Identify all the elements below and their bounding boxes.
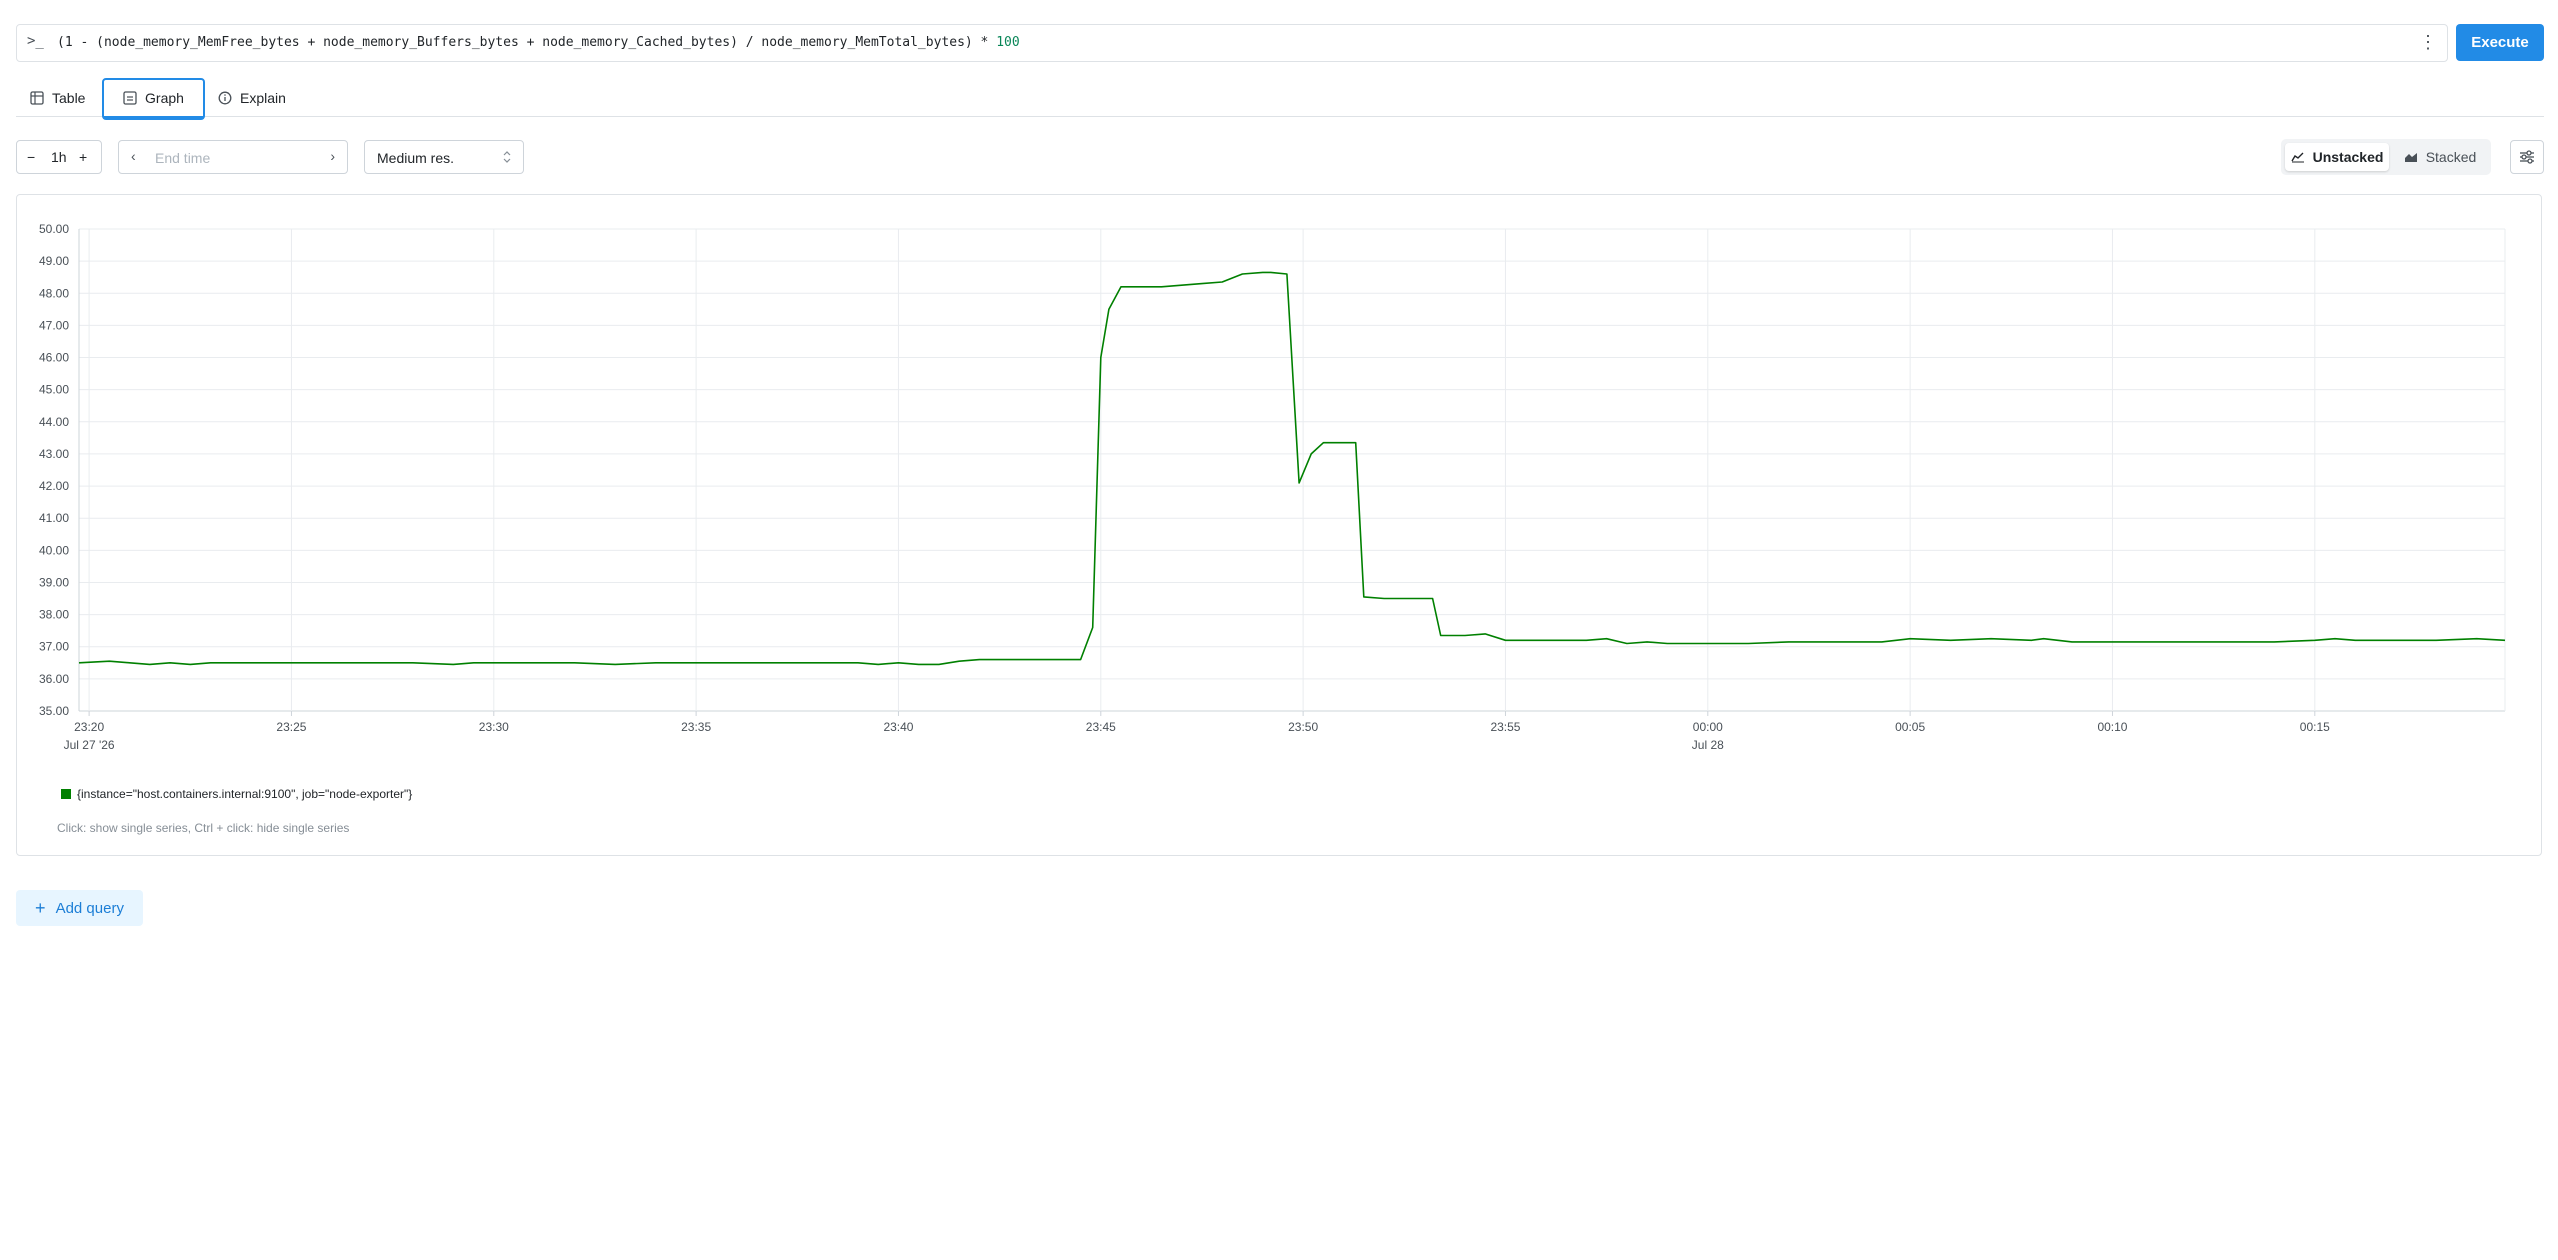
range-value[interactable]: 1h — [51, 149, 67, 165]
tab-table-label: Table — [52, 90, 86, 106]
chevron-right-icon[interactable]: › — [330, 148, 335, 164]
y-gridlines — [78, 228, 2505, 712]
unstacked-button[interactable]: Unstacked — [2285, 143, 2389, 171]
x-tick-label: 23:35 — [681, 720, 711, 734]
x-tick-label: 23:40 — [883, 720, 913, 734]
legend-item[interactable]: {instance="host.containers.internal:9100… — [61, 787, 412, 801]
legend-swatch — [61, 789, 71, 799]
y-tick-label: 41.00 — [39, 511, 69, 525]
resolution-select[interactable]: Medium res. — [364, 140, 524, 174]
y-axis-labels: 35.00 36.00 37.00 38.00 39.00 40.00 41.00 42.00… — [39, 222, 69, 718]
tab-graph-label: Graph — [145, 90, 184, 106]
graph-settings-button[interactable] — [2510, 140, 2544, 174]
y-tick-label: 39.00 — [39, 575, 69, 589]
end-time-picker[interactable]: ‹ End time › — [118, 140, 348, 174]
decrease-range-button[interactable]: − — [27, 149, 35, 165]
y-tick-label: 46.00 — [39, 351, 69, 365]
y-tick-label: 44.00 — [39, 415, 69, 429]
y-tick-label: 42.00 — [39, 479, 69, 493]
stacked-label: Stacked — [2425, 149, 2477, 165]
resolution-value: Medium res. — [377, 150, 455, 166]
y-tick-label: 48.00 — [39, 286, 69, 300]
table-icon — [30, 91, 44, 105]
terminal-prompt-icon: >_ — [27, 33, 44, 49]
line-chart-icon — [2290, 152, 2304, 163]
plus-icon: + — [35, 898, 46, 918]
info-icon — [218, 91, 232, 105]
legend-series-label: {instance="host.containers.internal:9100… — [77, 787, 413, 801]
result-tabs: Table Graph Explain — [16, 78, 2544, 120]
x-tick-label: 00:05 — [1895, 720, 1925, 734]
y-tick-label: 45.00 — [39, 383, 69, 397]
x-tick-sublabel: Jul 28 — [1692, 738, 1724, 752]
y-tick-label: 43.00 — [39, 447, 69, 461]
x-tick-label: 23:30 — [479, 720, 509, 734]
tab-explain[interactable]: Explain — [218, 80, 286, 116]
x-tick-label: 23:50 — [1288, 720, 1318, 734]
x-tick-label: 23:45 — [1086, 720, 1116, 734]
y-tick-label: 35.00 — [39, 704, 69, 718]
y-tick-label: 49.00 — [39, 254, 69, 268]
memory-usage-chart[interactable]: 35.00 36.00 37.00 38.00 39.00 40.00 41.00 42.00… — [17, 195, 2541, 775]
legend-hint: Click: show single series, Ctrl + click:… — [57, 821, 350, 835]
y-tick-label: 36.00 — [39, 672, 69, 686]
series-layer — [78, 271, 2506, 666]
query-expression[interactable]: (1 - (node_memory_MemFree_bytes + node_m… — [57, 35, 1020, 50]
x-tick-label: 23:55 — [1490, 720, 1520, 734]
query-expression-number: 100 — [996, 35, 1020, 50]
graph-icon — [123, 91, 137, 105]
x-tick-label: 00:00 — [1693, 720, 1723, 734]
series-line[interactable] — [78, 271, 2506, 666]
x-tick-label: 00:15 — [2300, 720, 2330, 734]
x-tick-label: 23:25 — [276, 720, 306, 734]
unstacked-label: Unstacked — [2312, 149, 2384, 165]
sliders-icon — [2520, 150, 2534, 164]
add-query-label: Add query — [55, 899, 124, 917]
increase-range-button[interactable]: + — [79, 149, 87, 165]
tab-explain-label: Explain — [240, 90, 286, 106]
query-expression-text: (1 - (node_memory_MemFree_bytes + node_m… — [57, 35, 997, 50]
stacked-button[interactable]: Stacked — [2393, 143, 2487, 171]
tab-graph[interactable]: Graph — [102, 78, 205, 120]
chevron-up-down-icon — [503, 151, 511, 163]
x-tick-sublabel: Jul 27 '26 — [64, 738, 115, 752]
query-editor[interactable]: >_ (1 - (node_memory_MemFree_bytes + nod… — [16, 24, 2448, 62]
y-tick-label: 50.00 — [39, 222, 69, 236]
y-tick-label: 38.00 — [39, 608, 69, 622]
range-stepper: − 1h + — [16, 140, 102, 174]
tab-table[interactable]: Table — [30, 80, 85, 116]
execute-button[interactable]: Execute — [2456, 24, 2544, 61]
chevron-left-icon[interactable]: ‹ — [131, 148, 136, 164]
y-tick-label: 37.00 — [39, 640, 69, 654]
area-chart-icon — [2404, 153, 2417, 162]
x-tick-label: 23:20 — [74, 720, 104, 734]
x-tick-label: 00:10 — [2097, 720, 2127, 734]
stack-mode-toggle: Unstacked Stacked — [2281, 139, 2491, 175]
vertical-dots-icon[interactable]: ⋮ — [2419, 32, 2437, 52]
x-axis-labels: 23:20 Jul 27 '26 23:25 23:30 23:35 23:40 23:45… — [64, 720, 2331, 752]
end-time-placeholder: End time — [155, 150, 211, 166]
add-query-button[interactable]: + Add query — [16, 890, 143, 926]
y-tick-label: 47.00 — [39, 318, 69, 332]
x-gridlines — [88, 229, 2506, 716]
graph-panel: 35.00 36.00 37.00 38.00 39.00 40.00 41.00 42.00… — [16, 194, 2542, 856]
y-tick-label: 40.00 — [39, 543, 69, 557]
